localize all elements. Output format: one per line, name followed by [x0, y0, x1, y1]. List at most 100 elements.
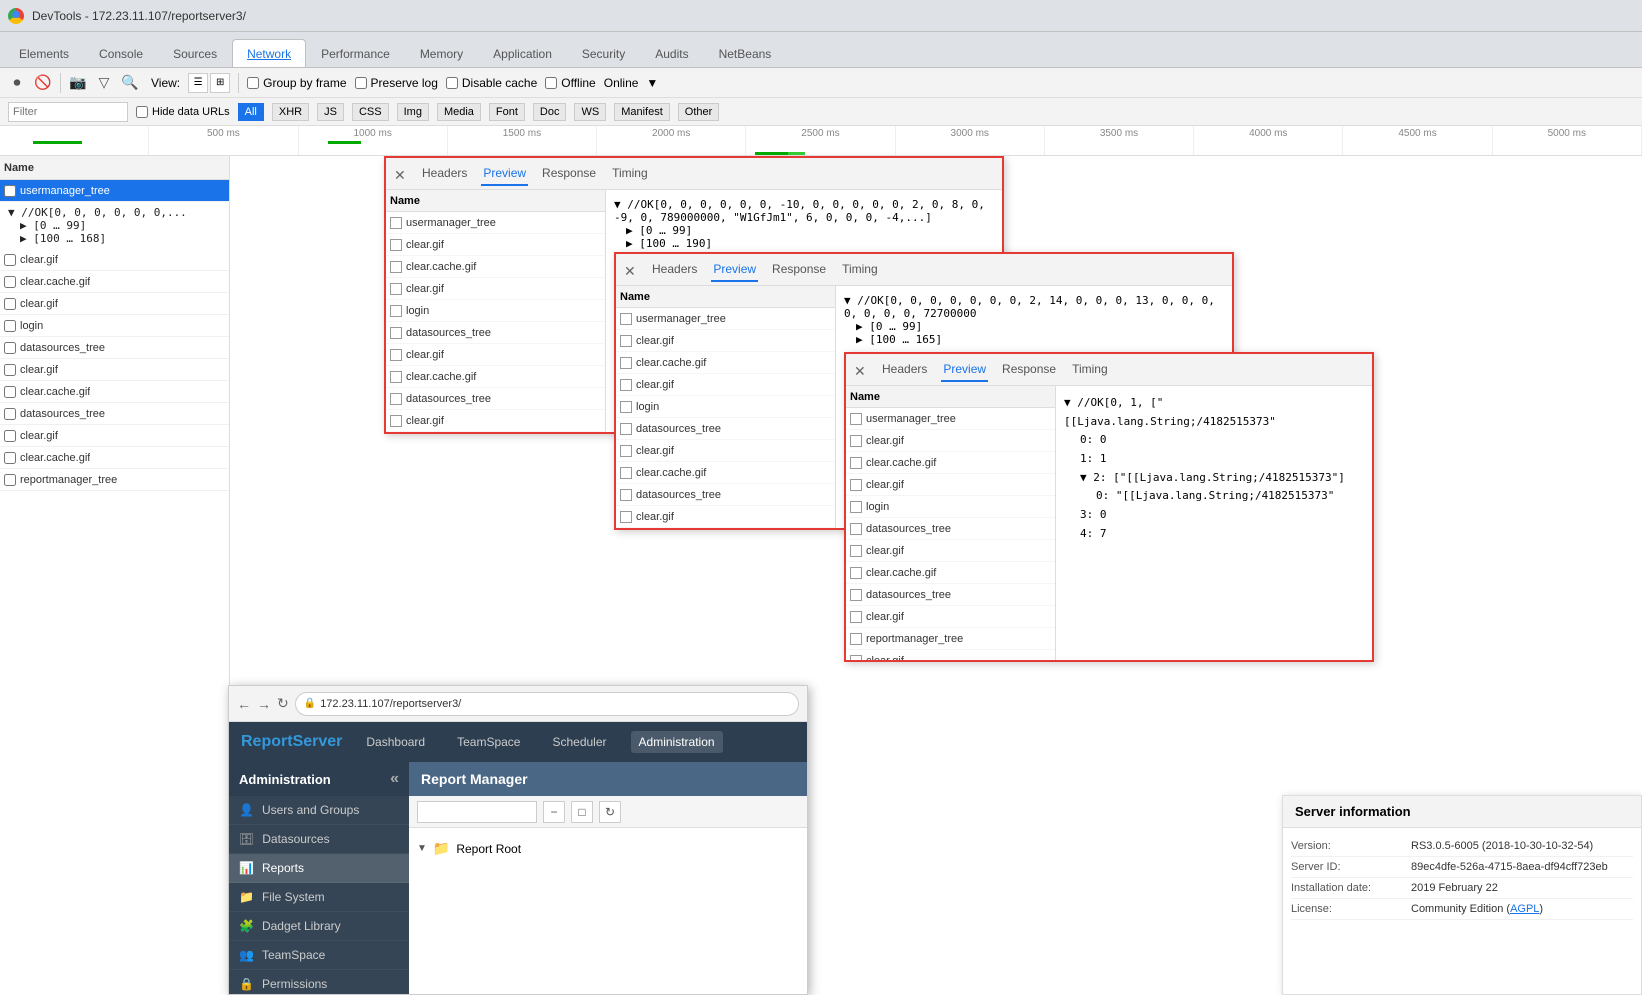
filter-font-btn[interactable]: Font	[489, 103, 525, 121]
panel3-row-10[interactable]: reportmanager_tree	[846, 628, 1055, 650]
panel3-tab-preview[interactable]: Preview	[941, 358, 988, 382]
sidebar-item-datasources[interactable]: 🗄 Datasources	[229, 825, 409, 854]
panel1-tab-headers[interactable]: Headers	[420, 162, 469, 186]
tab-audits[interactable]: Audits	[640, 39, 703, 67]
panel1-row-clearcachegif1[interactable]: clear.cache.gif	[386, 256, 605, 278]
sidebar-item-reports[interactable]: 📊 Reports	[229, 854, 409, 883]
filter-xhr-btn[interactable]: XHR	[272, 103, 309, 121]
panel1-row-cleargif3[interactable]: clear.gif	[386, 344, 605, 366]
sidebar-item-teamspace[interactable]: 👥 TeamSpace	[229, 941, 409, 970]
filter-icon[interactable]: ▽	[95, 74, 113, 92]
tab-performance[interactable]: Performance	[306, 39, 405, 67]
tab-elements[interactable]: Elements	[4, 39, 84, 67]
network-row-cleargif2[interactable]: clear.gif	[0, 293, 229, 315]
agpl-link[interactable]: AGPL	[1510, 903, 1539, 915]
panel3-row-11[interactable]: clear.gif	[846, 650, 1055, 660]
rs-nav-administration[interactable]: Administration	[631, 731, 723, 753]
panel3-row-8[interactable]: datasources_tree	[846, 584, 1055, 606]
offline-checkbox[interactable]: Offline	[545, 76, 595, 90]
panel3-row-1[interactable]: clear.gif	[846, 430, 1055, 452]
tab-application[interactable]: Application	[478, 39, 567, 67]
network-row-reportmanager[interactable]: reportmanager_tree	[0, 469, 229, 491]
panel2-row-5[interactable]: datasources_tree	[616, 418, 835, 440]
panel1-row-login[interactable]: login	[386, 300, 605, 322]
panel3-close[interactable]: ✕	[854, 363, 868, 377]
clear-btn[interactable]: 🚫	[34, 74, 52, 92]
panel3-row-9[interactable]: clear.gif	[846, 606, 1055, 628]
filter-js-btn[interactable]: JS	[317, 103, 344, 121]
report-manager-search[interactable]	[417, 801, 537, 823]
panel3-row-5[interactable]: datasources_tree	[846, 518, 1055, 540]
view-list-btn[interactable]: ☰	[188, 73, 208, 93]
network-row-clearcachegif1[interactable]: clear.cache.gif	[0, 271, 229, 293]
rs-nav-dashboard[interactable]: Dashboard	[358, 731, 433, 753]
tab-memory[interactable]: Memory	[405, 39, 478, 67]
panel2-tab-response[interactable]: Response	[770, 258, 828, 282]
refresh-button[interactable]: ↻	[277, 695, 289, 712]
filter-img-btn[interactable]: Img	[397, 103, 429, 121]
tab-console[interactable]: Console	[84, 39, 158, 67]
panel1-row-datasources2[interactable]: datasources_tree	[386, 388, 605, 410]
panel2-row-0[interactable]: usermanager_tree	[616, 308, 835, 330]
hide-data-urls-checkbox[interactable]: Hide data URLs	[136, 106, 230, 118]
rm-minimize-btn[interactable]: −	[543, 801, 565, 823]
filter-all-btn[interactable]: All	[238, 103, 264, 121]
filter-media-btn[interactable]: Media	[437, 103, 481, 121]
sidebar-item-permissions[interactable]: 🔒 Permissions	[229, 970, 409, 994]
network-row-login[interactable]: login	[0, 315, 229, 337]
panel2-tab-timing[interactable]: Timing	[840, 258, 880, 282]
panel2-row-1[interactable]: clear.gif	[616, 330, 835, 352]
tab-sources[interactable]: Sources	[158, 39, 232, 67]
record-btn[interactable]: ⏺	[8, 74, 26, 92]
rm-tree-root[interactable]: ▼ 📁 Report Root	[417, 836, 799, 861]
disable-cache-checkbox[interactable]: Disable cache	[446, 76, 537, 90]
panel3-tab-headers[interactable]: Headers	[880, 358, 929, 382]
filter-other-btn[interactable]: Other	[678, 103, 720, 121]
panel2-row-3[interactable]: clear.gif	[616, 374, 835, 396]
network-row-cleargif4[interactable]: clear.gif	[0, 425, 229, 447]
forward-button[interactable]: →	[257, 696, 271, 712]
panel1-row-clearcachegif2[interactable]: clear.cache.gif	[386, 366, 605, 388]
panel3-row-6[interactable]: clear.gif	[846, 540, 1055, 562]
panel2-tab-preview[interactable]: Preview	[711, 258, 758, 282]
sidebar-item-filesystem[interactable]: 📁 File System	[229, 883, 409, 912]
panel1-close[interactable]: ✕	[394, 167, 408, 181]
sidebar-item-users[interactable]: 👤 Users and Groups	[229, 796, 409, 825]
panel3-row-7[interactable]: clear.cache.gif	[846, 562, 1055, 584]
filter-css-btn[interactable]: CSS	[352, 103, 389, 121]
camera-btn[interactable]: 📷	[69, 74, 87, 92]
panel1-tab-preview[interactable]: Preview	[481, 162, 528, 186]
rm-expand-btn[interactable]: □	[571, 801, 593, 823]
panel2-row-4[interactable]: login	[616, 396, 835, 418]
panel3-tab-response[interactable]: Response	[1000, 358, 1058, 382]
rs-nav-scheduler[interactable]: Scheduler	[544, 731, 614, 753]
panel2-row-9[interactable]: clear.gif	[616, 506, 835, 528]
network-row-usermanager[interactable]: usermanager_tree	[0, 180, 229, 202]
panel1-row-cleargif4[interactable]: clear.gif	[386, 410, 605, 432]
filter-ws-btn[interactable]: WS	[574, 103, 606, 121]
panel3-row-0[interactable]: usermanager_tree	[846, 408, 1055, 430]
dropdown-arrow[interactable]: ▼	[646, 76, 658, 90]
rs-nav-teamspace[interactable]: TeamSpace	[449, 731, 528, 753]
panel2-row-7[interactable]: clear.cache.gif	[616, 462, 835, 484]
tab-netbeans[interactable]: NetBeans	[704, 39, 787, 67]
network-row-cleargif1[interactable]: clear.gif	[0, 249, 229, 271]
view-large-btn[interactable]: ⊞	[210, 73, 230, 93]
panel1-row-cleargif1[interactable]: clear.gif	[386, 234, 605, 256]
panel2-close[interactable]: ✕	[624, 263, 638, 277]
panel1-row-datasources1[interactable]: datasources_tree	[386, 322, 605, 344]
tab-network[interactable]: Network	[232, 39, 306, 67]
filter-doc-btn[interactable]: Doc	[533, 103, 567, 121]
panel1-tab-timing[interactable]: Timing	[610, 162, 650, 186]
panel1-row-usermanager[interactable]: usermanager_tree	[386, 212, 605, 234]
back-button[interactable]: ←	[237, 696, 251, 712]
tab-security[interactable]: Security	[567, 39, 640, 67]
network-row-cleargif3[interactable]: clear.gif	[0, 359, 229, 381]
panel2-row-8[interactable]: datasources_tree	[616, 484, 835, 506]
panel3-row-3[interactable]: clear.gif	[846, 474, 1055, 496]
panel2-row-2[interactable]: clear.cache.gif	[616, 352, 835, 374]
filter-input[interactable]	[8, 102, 128, 122]
panel3-row-4[interactable]: login	[846, 496, 1055, 518]
network-row-datasources2[interactable]: datasources_tree	[0, 403, 229, 425]
network-row-clearcachegif3[interactable]: clear.cache.gif	[0, 447, 229, 469]
